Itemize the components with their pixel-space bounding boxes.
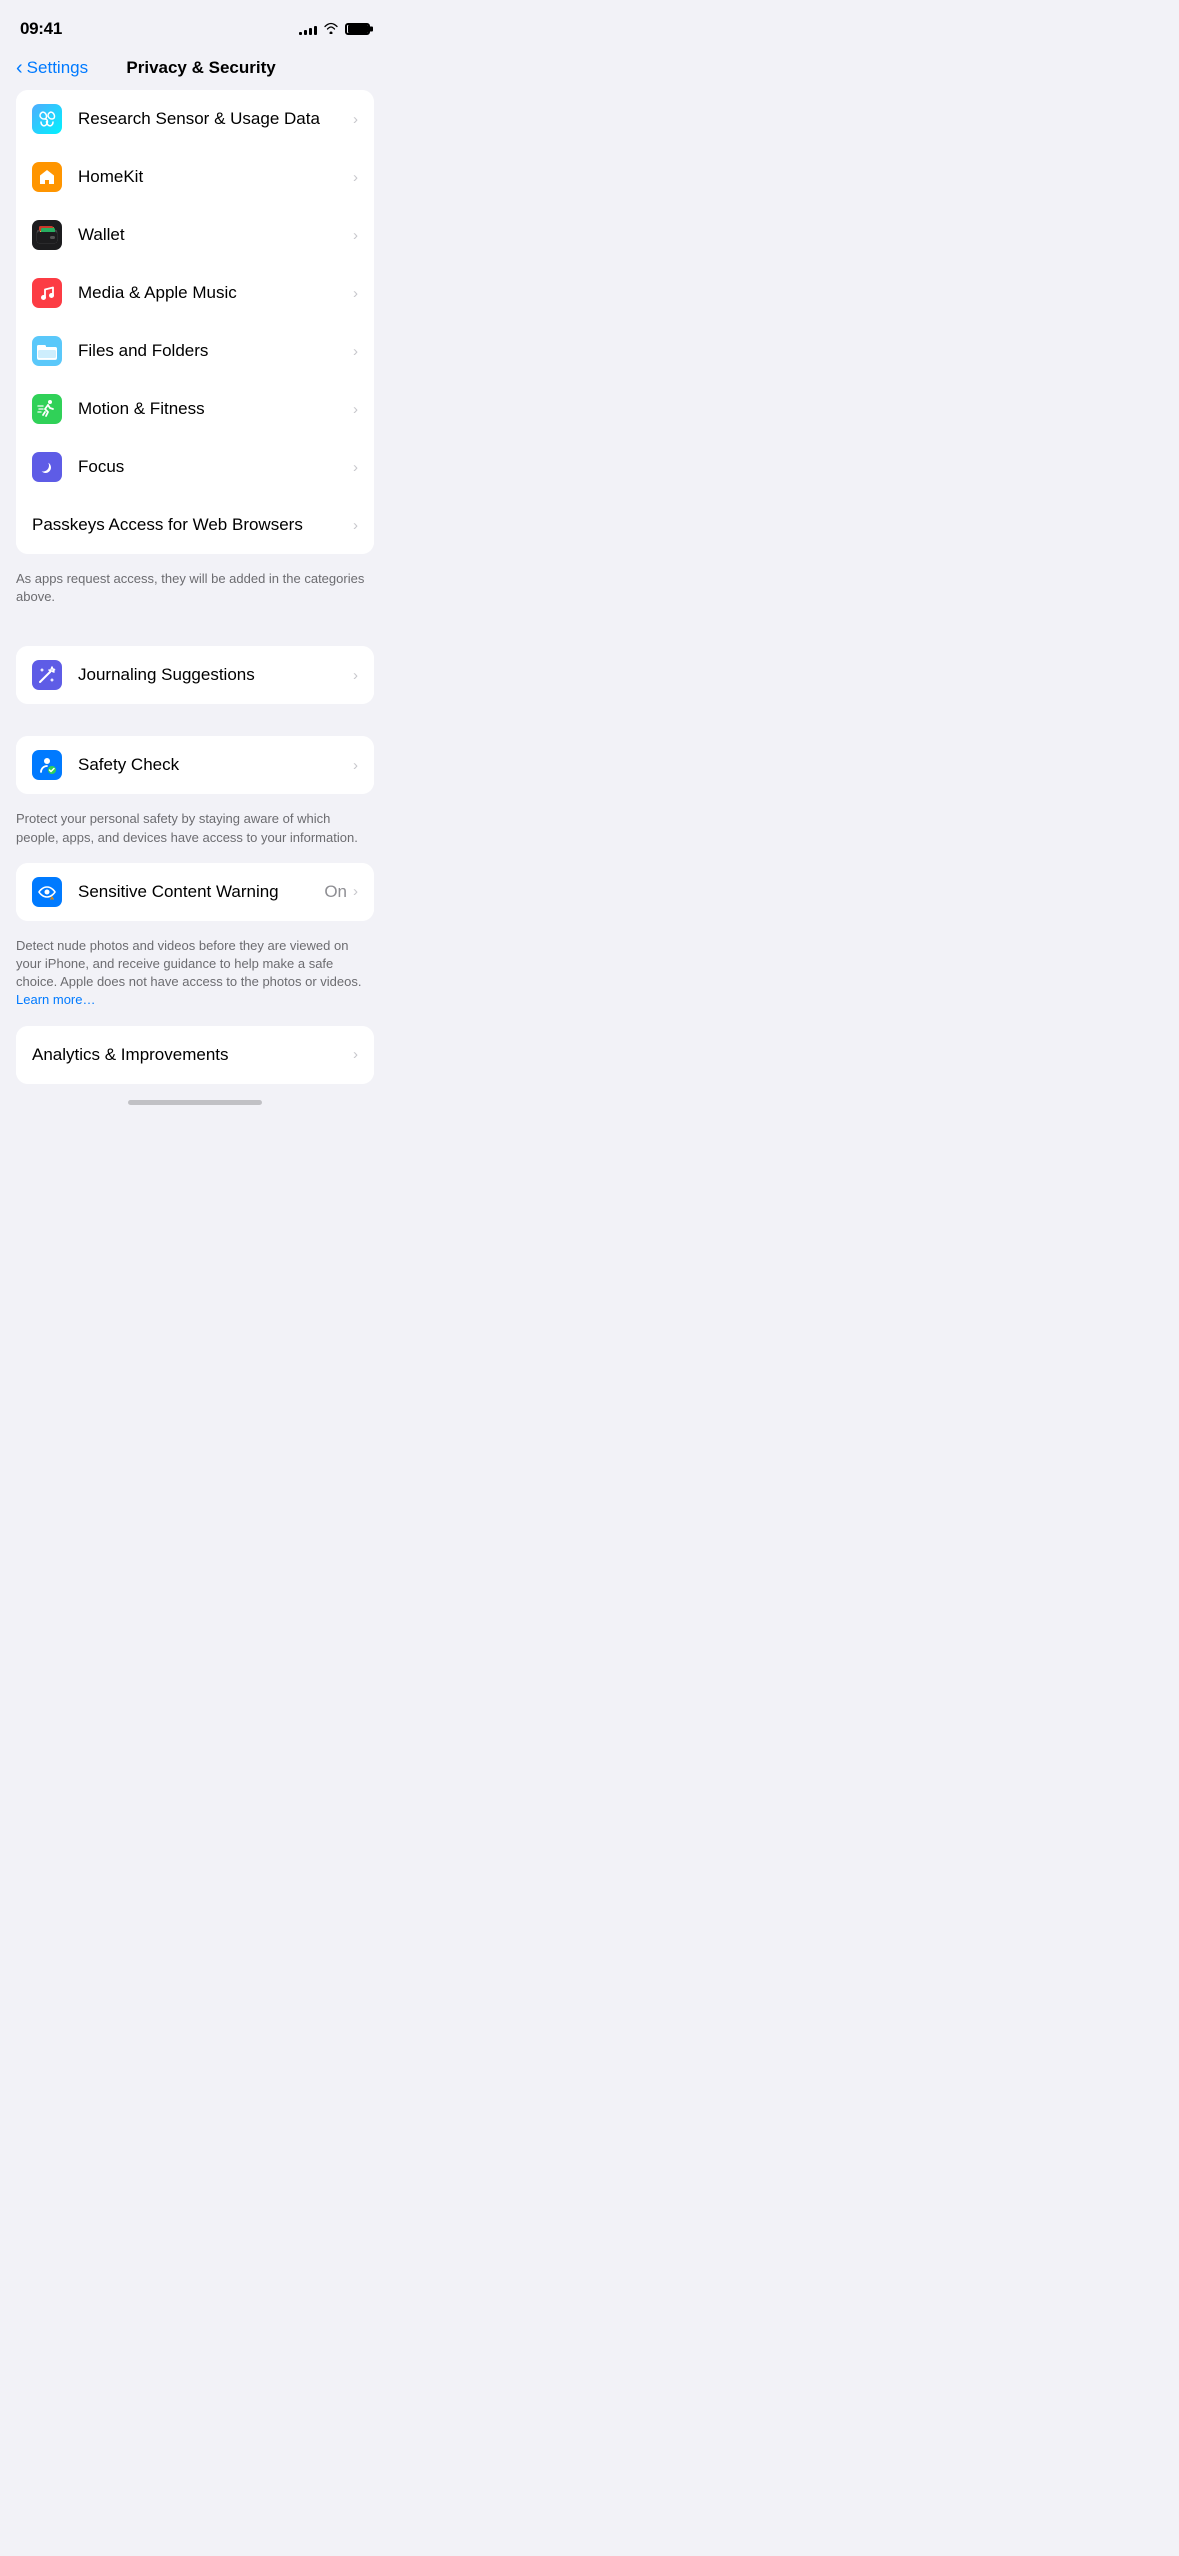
safety-note: Protect your personal safety by staying … xyxy=(0,802,390,862)
homekit-label: HomeKit xyxy=(78,167,353,187)
main-settings-section: Research Sensor & Usage Data › HomeKit › xyxy=(16,90,374,554)
chevron-icon: › xyxy=(353,883,358,900)
journaling-label: Journaling Suggestions xyxy=(78,665,353,685)
motion-item[interactable]: Motion & Fitness › xyxy=(16,380,374,438)
sensitive-icon: ! xyxy=(32,877,62,907)
learn-more-link[interactable]: Learn more… xyxy=(16,992,95,1007)
wallet-label: Wallet xyxy=(78,225,353,245)
media-label: Media & Apple Music xyxy=(78,283,353,303)
passkeys-label: Passkeys Access for Web Browsers xyxy=(32,515,353,535)
svg-text:!: ! xyxy=(52,896,53,900)
chevron-icon: › xyxy=(353,1046,358,1063)
back-button[interactable]: ‹ Settings xyxy=(16,58,88,78)
motion-label: Motion & Fitness xyxy=(78,399,353,419)
chevron-icon: › xyxy=(353,111,358,128)
journaling-section: Journaling Suggestions › xyxy=(16,646,374,704)
safety-label: Safety Check xyxy=(78,755,353,775)
research-icon xyxy=(32,104,62,134)
chevron-icon: › xyxy=(353,517,358,534)
motion-icon xyxy=(32,394,62,424)
safety-item[interactable]: Safety Check › xyxy=(16,736,374,794)
wifi-icon xyxy=(323,21,339,37)
back-chevron-icon: ‹ xyxy=(16,58,23,78)
status-time: 09:41 xyxy=(20,19,62,39)
safety-section: Safety Check › xyxy=(16,736,374,794)
chevron-icon: › xyxy=(353,169,358,186)
media-item[interactable]: Media & Apple Music › xyxy=(16,264,374,322)
files-label: Files and Folders xyxy=(78,341,353,361)
safety-icon xyxy=(32,750,62,780)
analytics-label: Analytics & Improvements xyxy=(32,1045,353,1065)
sensitive-value: On xyxy=(324,882,347,902)
music-icon xyxy=(32,278,62,308)
chevron-icon: › xyxy=(353,227,358,244)
chevron-icon: › xyxy=(353,285,358,302)
sensitive-label: Sensitive Content Warning xyxy=(78,882,324,902)
research-item[interactable]: Research Sensor & Usage Data › xyxy=(16,90,374,148)
files-item[interactable]: Files and Folders › xyxy=(16,322,374,380)
chevron-icon: › xyxy=(353,343,358,360)
focus-label: Focus xyxy=(78,457,353,477)
focus-icon xyxy=(32,452,62,482)
home-bar xyxy=(128,1100,262,1105)
section-note: As apps request access, they will be add… xyxy=(0,562,390,622)
page-title: Privacy & Security xyxy=(88,58,314,78)
chevron-icon: › xyxy=(353,667,358,684)
chevron-icon: › xyxy=(353,757,358,774)
wallet-item[interactable]: Wallet › xyxy=(16,206,374,264)
status-icons xyxy=(299,21,370,37)
battery-icon xyxy=(345,23,370,35)
homekit-item[interactable]: HomeKit › xyxy=(16,148,374,206)
status-bar: 09:41 xyxy=(0,0,390,50)
chevron-icon: › xyxy=(353,459,358,476)
focus-item[interactable]: Focus › xyxy=(16,438,374,496)
files-icon xyxy=(32,336,62,366)
passkeys-item[interactable]: Passkeys Access for Web Browsers › xyxy=(16,496,374,554)
analytics-item[interactable]: Analytics & Improvements › xyxy=(16,1026,374,1084)
journaling-icon xyxy=(32,660,62,690)
homekit-icon xyxy=(32,162,62,192)
home-indicator xyxy=(0,1092,390,1109)
sensitive-note: Detect nude photos and videos before the… xyxy=(0,929,390,1026)
signal-icon xyxy=(299,23,317,35)
back-label: Settings xyxy=(27,58,88,78)
journaling-item[interactable]: Journaling Suggestions › xyxy=(16,646,374,704)
nav-bar: ‹ Settings Privacy & Security xyxy=(0,50,390,90)
chevron-icon: › xyxy=(353,401,358,418)
analytics-section: Analytics & Improvements › xyxy=(16,1026,374,1084)
wallet-icon xyxy=(32,220,62,250)
research-label: Research Sensor & Usage Data xyxy=(78,109,353,129)
sensitive-section: ! Sensitive Content Warning On › xyxy=(16,863,374,921)
sensitive-item[interactable]: ! Sensitive Content Warning On › xyxy=(16,863,374,921)
